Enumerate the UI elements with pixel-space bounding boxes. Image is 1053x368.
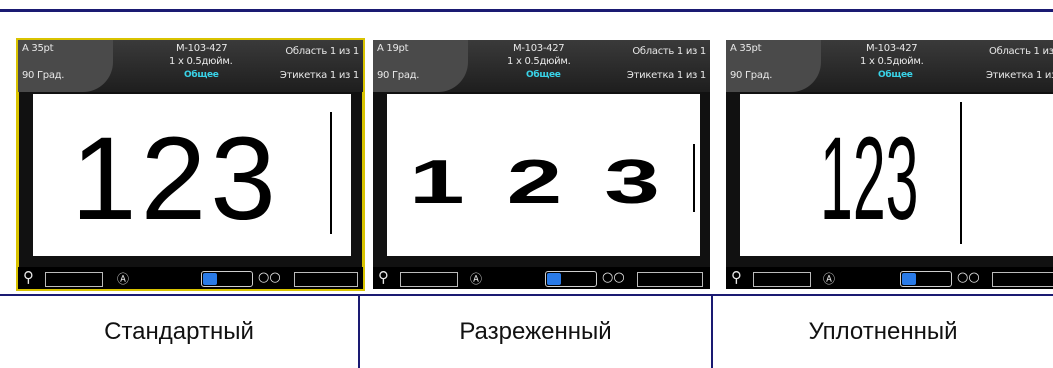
- label-text: 123: [820, 113, 919, 245]
- status-header: A 35pt M-103-427 1 x 0.5дюйм. Общее Обла…: [18, 40, 363, 92]
- printer-screen-standard[interactable]: A 35pt M-103-427 1 x 0.5дюйм. Общее Обла…: [16, 38, 365, 291]
- printer-screen-expanded[interactable]: A 19pt M-103-427 1 x 0.5дюйм. Общее Обла…: [373, 40, 710, 289]
- rotation-indicator: 90 Град.: [22, 70, 65, 81]
- part-number: M-103-427: [513, 43, 565, 54]
- area-indicator: Область 1 из 1: [989, 46, 1053, 57]
- label-text: 123: [409, 147, 702, 217]
- caption-standard: Стандартный: [104, 318, 254, 345]
- part-number: M-103-427: [866, 43, 918, 54]
- text-cursor: [693, 144, 695, 212]
- mode-indicator: Общее: [184, 70, 219, 80]
- font-size-indicator[interactable]: A 35pt: [22, 43, 54, 54]
- text-cursor: [960, 102, 962, 244]
- mode-indicator: Общее: [878, 70, 913, 80]
- tape-reel-icon: ○○: [957, 270, 980, 285]
- label-preview[interactable]: 123: [33, 94, 351, 256]
- area-indicator: Область 1 из 1: [285, 46, 359, 57]
- rotation-indicator: 90 Град.: [730, 70, 773, 81]
- caption-expanded: Разреженный: [459, 318, 612, 345]
- font-size-indicator[interactable]: A 19pt: [377, 43, 409, 54]
- font-size-indicator[interactable]: A 35pt: [730, 43, 762, 54]
- label-count: Этикетка 1 из 1: [986, 70, 1053, 81]
- status-field: [637, 272, 703, 287]
- status-field: [294, 272, 358, 287]
- area-indicator: Область 1 из 1: [632, 46, 706, 57]
- search-icon[interactable]: ⚲: [731, 268, 742, 286]
- part-number: M-103-427: [176, 43, 228, 54]
- label-size: 1 x 0.5дюйм.: [507, 56, 571, 67]
- caption-condensed: Уплотненный: [808, 318, 958, 345]
- text-cursor: [330, 112, 332, 234]
- font-a-icon[interactable]: Ⓐ: [823, 270, 835, 287]
- status-field: [992, 272, 1053, 287]
- status-footer: ⚲ Ⓐ ○○: [373, 267, 710, 289]
- printer-screen-condensed[interactable]: A 35pt M-103-427 1 x 0.5дюйм. Общее Обла…: [726, 40, 1053, 289]
- label-size: 1 x 0.5дюйм.: [860, 56, 924, 67]
- search-field[interactable]: [753, 272, 811, 287]
- mode-indicator: Общее: [526, 70, 561, 80]
- top-divider: [0, 9, 1053, 12]
- tape-reel-icon: ○○: [602, 270, 625, 285]
- battery-icon: [900, 271, 952, 287]
- label-preview[interactable]: 123: [740, 94, 1053, 256]
- label-size: 1 x 0.5дюйм.: [169, 56, 233, 67]
- font-a-icon[interactable]: Ⓐ: [117, 270, 129, 287]
- rotation-indicator: 90 Град.: [377, 70, 420, 81]
- label-count: Этикетка 1 из 1: [626, 70, 706, 81]
- label-count: Этикетка 1 из 1: [279, 70, 359, 81]
- search-field[interactable]: [400, 272, 458, 287]
- status-header: A 19pt M-103-427 1 x 0.5дюйм. Общее Обла…: [373, 40, 710, 92]
- label-preview[interactable]: 123: [387, 94, 700, 256]
- search-icon[interactable]: ⚲: [378, 268, 389, 286]
- search-icon[interactable]: ⚲: [23, 268, 34, 286]
- font-a-icon[interactable]: Ⓐ: [470, 270, 482, 287]
- status-footer: ⚲ Ⓐ ○○: [726, 267, 1053, 289]
- tape-reel-icon: ○○: [258, 270, 281, 285]
- battery-icon: [545, 271, 597, 287]
- search-field[interactable]: [45, 272, 103, 287]
- status-header: A 35pt M-103-427 1 x 0.5дюйм. Общее Обла…: [726, 40, 1053, 92]
- status-footer: ⚲ Ⓐ ○○: [18, 267, 363, 289]
- label-text: 123: [71, 113, 280, 245]
- battery-icon: [201, 271, 253, 287]
